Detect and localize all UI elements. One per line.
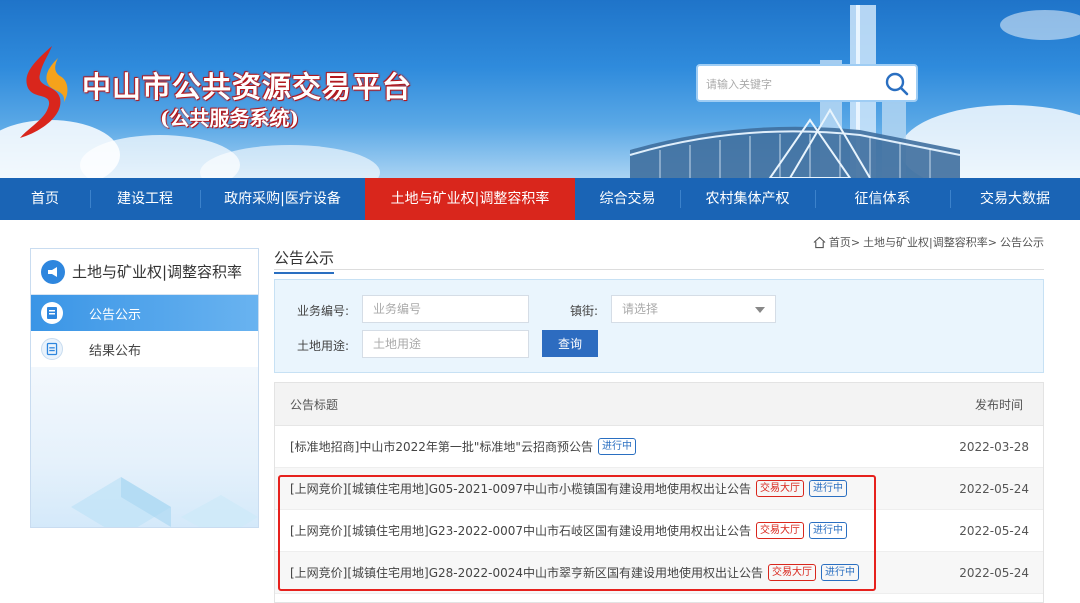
publish-date: 2022-05-24 [959,523,1029,538]
breadcrumb-separator: > [850,235,861,249]
code-label: 业务编号: [297,304,350,318]
nav-item-rural-property[interactable]: 农村集体产权 [680,178,815,220]
sidebar-item-results[interactable]: 结果公布 [31,331,258,367]
town-select-value: 请选择 [622,302,659,316]
status-badge: 进行中 [597,438,636,455]
sidebar-title: 土地与矿业权|调整容积率 [72,263,243,281]
land-use-label: 土地用途: [297,339,350,353]
megaphone-icon [41,259,65,284]
table-row[interactable]: [上网竞价][城镇住宅用地]G28-2022-0024中山市翠亨新区国有建设用地… [275,552,1043,594]
main-nav: 首页 建设工程 政府采购|医疗设备 土地与矿业权|调整容积率 综合交易 农村集体… [0,178,1080,220]
announcement-title[interactable]: [标准地招商]中山市2022年第一批"标准地"云招商预公告 [290,438,593,455]
header-banner: 中山市公共资源交易平台 (公共服务系统) [0,0,1080,178]
hall-badge[interactable]: 交易大厅 [756,480,805,497]
table-header: 公告标题 发布时间 [275,383,1043,426]
status-badge: 进行中 [809,480,848,497]
publish-date: 2022-05-24 [959,481,1029,496]
status-badge: 进行中 [809,522,848,539]
hall-badge[interactable]: 交易大厅 [768,564,817,581]
row-title-cell: [标准地招商]中山市2022年第一批"标准地"云招商预公告 进行中 [290,438,636,455]
row-title-cell: [上网竞价][城镇住宅用地]G23-2022-0007中山市石岐区国有建设用地使… [290,522,848,539]
publish-date: 2022-03-28 [959,439,1029,454]
nav-item-trading[interactable]: 综合交易 [575,178,680,220]
breadcrumb: 首页 > 土地与矿业权|调整容积率 > 公告公示 [813,234,1044,250]
town-label: 镇街: [570,304,599,318]
announcement-table: 公告标题 发布时间 [标准地招商]中山市2022年第一批"标准地"云招商预公告 … [274,382,1044,603]
row-title-cell: [上网竞价][城镇住宅用地]G28-2022-0024中山市翠亨新区国有建设用地… [290,564,860,581]
column-header-title: 公告标题 [290,397,339,412]
land-use-input[interactable] [362,330,529,358]
title-divider [274,269,1044,270]
table-row[interactable]: [上网竞价][城镇住宅用地]G05-2021-0097中山市小榄镇国有建设用地使… [275,468,1043,510]
query-button[interactable]: 查询 [542,330,598,357]
nav-item-home[interactable]: 首页 [0,178,90,220]
search-box [696,64,918,102]
notice-icon [41,302,63,324]
search-icon[interactable] [884,71,910,97]
sidebar-item-label: 公告公示 [89,307,142,323]
home-icon [813,236,826,248]
filter-panel: 业务编号: 镇街: 请选择 土地用途: 查询 [274,279,1044,373]
search-input[interactable] [706,75,876,93]
logo-icon [20,46,68,138]
breadcrumb-level2[interactable]: 公告公示 [1000,234,1044,250]
sidebar: 土地与矿业权|调整容积率 公告公示 结果公布 [30,248,259,528]
breadcrumb-home[interactable]: 首页 [829,234,851,250]
table-row[interactable]: [上网竞价][城镇住宅用地]G23-2022-0007中山市石岐区国有建设用地使… [275,510,1043,552]
announcement-title[interactable]: [上网竞价][城镇住宅用地]G28-2022-0024中山市翠亨新区国有建设用地… [290,564,763,581]
announcement-title[interactable]: [上网竞价][城镇住宅用地]G05-2021-0097中山市小榄镇国有建设用地使… [290,480,751,497]
column-header-date: 发布时间 [974,397,1023,412]
business-code-input[interactable] [362,295,529,323]
chevron-down-icon [755,307,765,313]
site-subtitle: (公共服务系统) [160,106,299,130]
sidebar-item-announcements[interactable]: 公告公示 [31,295,258,331]
document-icon [41,338,63,360]
nav-item-credit[interactable]: 征信体系 [815,178,950,220]
publish-date: 2022-05-24 [959,565,1029,580]
row-title-cell: [上网竞价][城镇住宅用地]G05-2021-0097中山市小榄镇国有建设用地使… [290,480,848,497]
hall-badge[interactable]: 交易大厅 [756,522,805,539]
town-select[interactable]: 请选择 [611,295,776,323]
status-badge: 进行中 [821,564,860,581]
announcement-title[interactable]: [上网竞价][城镇住宅用地]G23-2022-0007中山市石岐区国有建设用地使… [290,522,751,539]
sidebar-header: 土地与矿业权|调整容积率 [31,249,258,295]
nav-item-procurement[interactable]: 政府采购|医疗设备 [200,178,365,220]
nav-item-land[interactable]: 土地与矿业权|调整容积率 [365,178,575,220]
site-title: 中山市公共资源交易平台 [82,70,413,104]
sidebar-item-label: 结果公布 [89,343,142,359]
sidebar-decoration [31,367,258,527]
table-row[interactable]: [标准地招商]中山市2022年第一批"标准地"云招商预公告 进行中 2022-0… [275,426,1043,468]
breadcrumb-separator: > [987,235,997,249]
nav-item-construction[interactable]: 建设工程 [90,178,200,220]
nav-item-big-data[interactable]: 交易大数据 [950,178,1080,220]
breadcrumb-level1[interactable]: 土地与矿业权|调整容积率 [863,234,988,250]
